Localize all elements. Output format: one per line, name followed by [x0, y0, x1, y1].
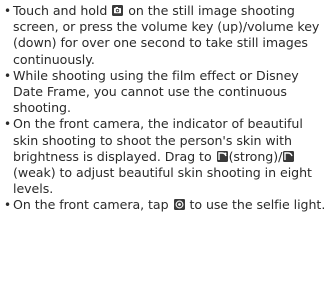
- notes-list: • Touch and hold on the still image shoo…: [4, 3, 331, 214]
- note-text-part: (weak) to adjust beautiful skin shooting…: [13, 165, 312, 197]
- list-item: • While shooting using the film effect o…: [4, 68, 331, 117]
- note-text-part: On the front camera, tap: [13, 197, 173, 213]
- skin-strong-icon: [216, 150, 228, 162]
- list-item: • On the front camera, the indicator of …: [4, 116, 331, 197]
- note-text-part: Touch and hold: [13, 3, 112, 18]
- note-text-part: to use the selfie light.: [185, 197, 326, 213]
- list-item: • Touch and hold on the still image shoo…: [4, 3, 331, 68]
- burst-shutter-icon: [112, 5, 124, 16]
- note-text-part: (strong)/: [228, 148, 283, 164]
- bullet-dot: •: [4, 4, 12, 18]
- bullet-dot: •: [4, 117, 12, 132]
- bullet-dot: •: [4, 68, 12, 83]
- bullet-dot: •: [4, 198, 12, 213]
- note-text: While shooting using the film effect or …: [13, 67, 299, 116]
- selfie-light-icon: [173, 199, 185, 211]
- list-item: • On the front camera, tap to use the se…: [4, 197, 331, 213]
- skin-weak-icon: [283, 150, 295, 162]
- instruction-page: • Touch and hold on the still image shoo…: [0, 0, 335, 301]
